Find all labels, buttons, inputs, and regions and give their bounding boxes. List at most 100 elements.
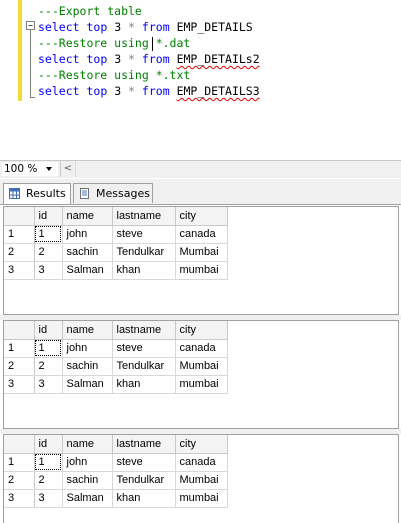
code-line[interactable]: select top 3 * from EMP_DETAILS3 (38, 83, 260, 99)
result-grid-2[interactable]: id name lastname city 1 1 john steve canada 2 2 sac… (3, 320, 399, 429)
column-header[interactable]: city (175, 207, 228, 226)
code-line[interactable]: ---Restore using *.txt (38, 67, 190, 83)
table-cell[interactable]: mumbai (175, 261, 228, 280)
column-header[interactable]: city (175, 321, 228, 340)
table-cell[interactable]: canada (175, 453, 228, 472)
corner-cell[interactable] (4, 207, 35, 226)
table-row[interactable]: 3 3 Salman khan mumbai (4, 261, 228, 280)
table-cell[interactable]: khan (112, 375, 176, 394)
table-cell[interactable]: khan (112, 489, 176, 508)
row-number[interactable]: 3 (4, 489, 35, 508)
table-row[interactable]: 1 1 john steve canada (4, 453, 228, 472)
table-cell[interactable]: 1 (34, 225, 63, 244)
sql-keyword: from (141, 52, 170, 66)
table-row[interactable]: 3 3 Salman khan mumbai (4, 489, 228, 508)
column-header[interactable]: lastname (112, 435, 176, 454)
row-number[interactable]: 1 (4, 339, 35, 358)
row-number[interactable]: 1 (4, 453, 35, 472)
table-cell[interactable]: 3 (34, 489, 63, 508)
table-cell[interactable]: sachin (62, 357, 113, 376)
table-cell[interactable]: Tendulkar (112, 243, 176, 262)
column-header[interactable]: id (34, 207, 63, 226)
table-cell[interactable]: mumbai (175, 375, 228, 394)
table-cell[interactable]: 1 (34, 453, 63, 472)
table-cell[interactable]: khan (112, 261, 176, 280)
sql-comment: ---Restore using *.txt (38, 68, 191, 82)
column-header[interactable]: name (62, 435, 113, 454)
column-header[interactable]: city (175, 435, 228, 454)
column-header[interactable]: lastname (112, 207, 176, 226)
column-header[interactable]: lastname (112, 321, 176, 340)
table-cell[interactable]: Salman (62, 261, 113, 280)
table-cell[interactable]: sachin (62, 471, 113, 490)
table-cell[interactable]: steve (112, 225, 176, 244)
tab-messages[interactable]: Messages (73, 183, 153, 203)
code-line[interactable]: ---Export table (38, 3, 142, 19)
table-cell[interactable]: 3 (34, 261, 63, 280)
row-number[interactable]: 2 (4, 357, 35, 376)
tab-results[interactable]: Results (3, 183, 71, 205)
editor-status-bar: 100 % < (0, 160, 401, 178)
table-cell[interactable]: sachin (62, 243, 113, 262)
row-number[interactable]: 3 (4, 261, 35, 280)
table-row[interactable]: 1 1 john steve canada (4, 339, 228, 358)
table-cell[interactable]: Tendulkar (112, 471, 176, 490)
table-row[interactable]: 2 2 sachin Tendulkar Mumbai (4, 357, 228, 376)
table-cell[interactable]: 2 (34, 243, 63, 262)
table-cell[interactable]: Mumbai (175, 243, 228, 262)
table-cell[interactable]: canada (175, 339, 228, 358)
row-number[interactable]: 2 (4, 243, 35, 262)
scroll-left-button[interactable]: < (60, 161, 76, 177)
corner-cell[interactable] (4, 321, 35, 340)
table-cell[interactable]: steve (112, 339, 176, 358)
table-cell[interactable]: Salman (62, 375, 113, 394)
table-cell[interactable]: john (62, 225, 113, 244)
table-cell[interactable]: 2 (34, 357, 63, 376)
result-grid-1[interactable]: id name lastname city 1 1 john steve canada 2 2 sac… (3, 206, 399, 315)
table-cell[interactable]: Salman (62, 489, 113, 508)
table-cell[interactable]: Mumbai (175, 471, 228, 490)
table-cell[interactable]: steve (112, 453, 176, 472)
table-cell[interactable]: mumbai (175, 489, 228, 508)
sql-keyword: top (86, 20, 108, 34)
column-header[interactable]: id (34, 321, 63, 340)
sql-keyword: select (38, 20, 80, 34)
corner-cell[interactable] (4, 435, 35, 454)
table-cell[interactable]: 2 (34, 471, 63, 490)
code-line[interactable]: ---Restore using *.dat (38, 35, 190, 51)
row-number[interactable]: 1 (4, 225, 35, 244)
header-row: id name lastname city (4, 207, 228, 226)
table-cell[interactable]: john (62, 339, 113, 358)
column-header[interactable]: id (34, 435, 63, 454)
table-row[interactable]: 2 2 sachin Tendulkar Mumbai (4, 471, 228, 490)
column-header[interactable]: name (62, 207, 113, 226)
row-number[interactable]: 3 (4, 375, 35, 394)
code-line[interactable]: select top 3 * from EMP_DETAILS (38, 19, 253, 35)
table-cell[interactable]: 3 (34, 375, 63, 394)
outline-guide-line (30, 30, 31, 98)
code-token: * (128, 84, 135, 98)
column-header[interactable]: name (62, 321, 113, 340)
outline-collapse-toggle[interactable]: − (26, 21, 35, 30)
table-cell[interactable]: Tendulkar (112, 357, 176, 376)
code-token: 3 (107, 52, 129, 66)
table-cell[interactable]: 1 (34, 339, 63, 358)
table-name: EMP_DETAILs2 (176, 52, 260, 66)
table-cell[interactable]: canada (175, 225, 228, 244)
table-row[interactable]: 1 1 john steve canada (4, 225, 228, 244)
query-editor[interactable]: − ---Export table select top 3 * from EMP… (0, 0, 401, 160)
zoom-dropdown[interactable]: 100 % (2, 162, 58, 176)
table-cell[interactable]: Mumbai (175, 357, 228, 376)
table-row[interactable]: 3 3 Salman khan mumbai (4, 375, 228, 394)
row-number[interactable]: 2 (4, 471, 35, 490)
grid-icon (9, 188, 20, 199)
table-cell[interactable]: john (62, 453, 113, 472)
result-grid-3[interactable]: id name lastname city 1 1 john steve canada 2 2 sac… (3, 434, 399, 523)
table-row[interactable]: 2 2 sachin Tendulkar Mumbai (4, 243, 228, 262)
horizontal-scrollbar-track[interactable] (76, 161, 401, 177)
sql-comment: ---Export table (38, 4, 142, 18)
code-line[interactable]: select top 3 * from EMP_DETAILs2 (38, 51, 260, 67)
